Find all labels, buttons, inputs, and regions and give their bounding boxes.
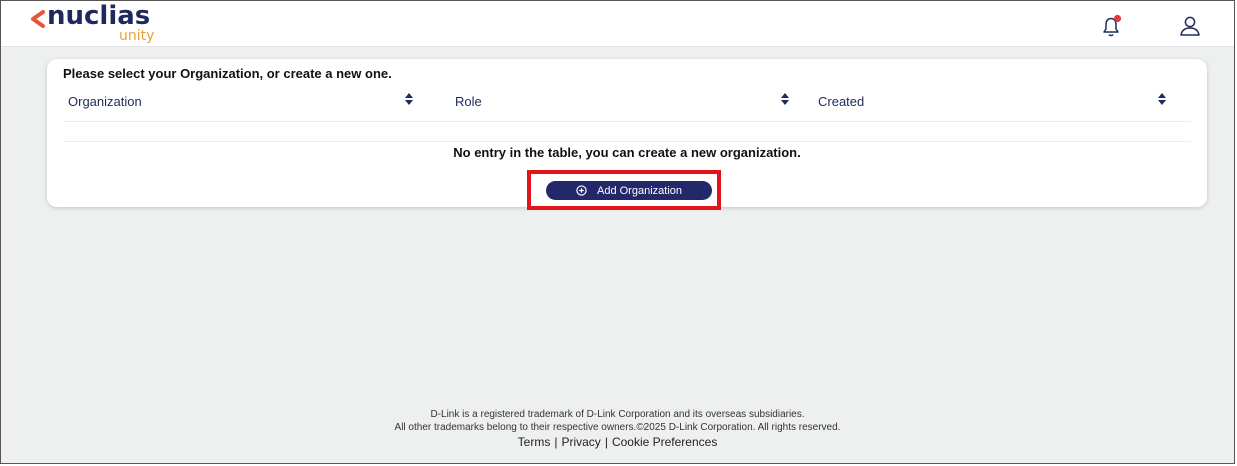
- user-icon[interactable]: [1177, 13, 1203, 39]
- highlight-box: Add Organization: [527, 170, 721, 210]
- nuclias-unity-logo[interactable]: nuclias unity: [29, 1, 189, 46]
- privacy-link[interactable]: Privacy: [561, 435, 600, 449]
- link-separator: |: [554, 435, 558, 449]
- chevron-left-logo-icon: [31, 10, 45, 28]
- app-window: nuclias unity Please select your Organiz…: [0, 0, 1235, 464]
- notification-dot: [1113, 14, 1122, 23]
- sort-icon[interactable]: [780, 92, 790, 106]
- cookie-preferences-link[interactable]: Cookie Preferences: [612, 435, 717, 449]
- brand-name: nuclias: [47, 1, 151, 31]
- footer: D-Link is a registered trademark of D-Li…: [1, 408, 1234, 450]
- empty-table-message: No entry in the table, you can create a …: [453, 145, 801, 160]
- brand-product: unity: [119, 28, 155, 44]
- add-organization-label: Add Organization: [597, 184, 682, 197]
- organization-card: Please select your Organization, or crea…: [47, 59, 1207, 210]
- footer-copyright-line: All other trademarks belong to their res…: [394, 422, 841, 433]
- footer-links: Terms | Privacy | Cookie Preferences: [1, 435, 1234, 450]
- add-organization-button[interactable]: Add Organization: [546, 181, 712, 200]
- card-title: Please select your Organization, or crea…: [63, 66, 392, 81]
- sort-icon[interactable]: [404, 92, 414, 106]
- column-header-organization[interactable]: Organization: [68, 94, 142, 109]
- bell-icon[interactable]: [1098, 13, 1124, 39]
- column-header-created[interactable]: Created: [818, 94, 864, 109]
- column-header-role[interactable]: Role: [455, 94, 482, 109]
- top-bar: nuclias unity: [1, 1, 1234, 47]
- plus-circle-icon: [576, 185, 587, 196]
- divider: [63, 121, 1191, 122]
- terms-link[interactable]: Terms: [518, 435, 551, 449]
- footer-trademark-line: D-Link is a registered trademark of D-Li…: [430, 409, 805, 420]
- divider: [63, 141, 1191, 142]
- sort-icon[interactable]: [1157, 92, 1167, 106]
- link-separator: |: [604, 435, 608, 449]
